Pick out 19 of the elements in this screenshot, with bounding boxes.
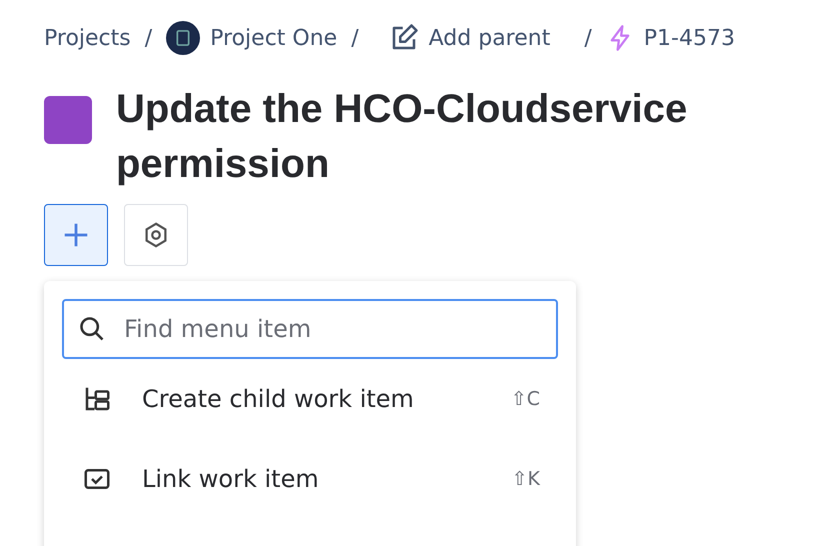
add-button[interactable] (44, 204, 108, 266)
keyboard-shortcut: ⇧C (510, 388, 540, 410)
breadcrumb-separator: / (584, 26, 592, 50)
menu-item-label: Create child work item (142, 385, 415, 413)
keyboard-shortcut: ⇧K (512, 468, 540, 490)
breadcrumb-link[interactable]: Add parent (428, 26, 550, 50)
breadcrumb-link[interactable]: Project One (210, 26, 338, 50)
work-item-title: Update the HCO-Cloudservice permission (116, 86, 688, 188)
menu-item[interactable]: Create child work item ⇧C (62, 359, 558, 439)
project-avatar-icon (166, 21, 200, 55)
breadcrumb-link[interactable]: Projects (44, 26, 131, 50)
breadcrumb-separator: / (351, 26, 359, 50)
breadcrumb-link[interactable]: P1-4573 (644, 26, 735, 50)
menu-item[interactable]: Link work item ⇧K (62, 439, 558, 519)
menu-item-label: Link work item (142, 465, 320, 493)
search-icon (78, 315, 106, 343)
search-field[interactable]: Find menu item (62, 299, 558, 359)
settings-button[interactable] (124, 204, 188, 266)
breadcrumb-separator: / (144, 26, 152, 50)
